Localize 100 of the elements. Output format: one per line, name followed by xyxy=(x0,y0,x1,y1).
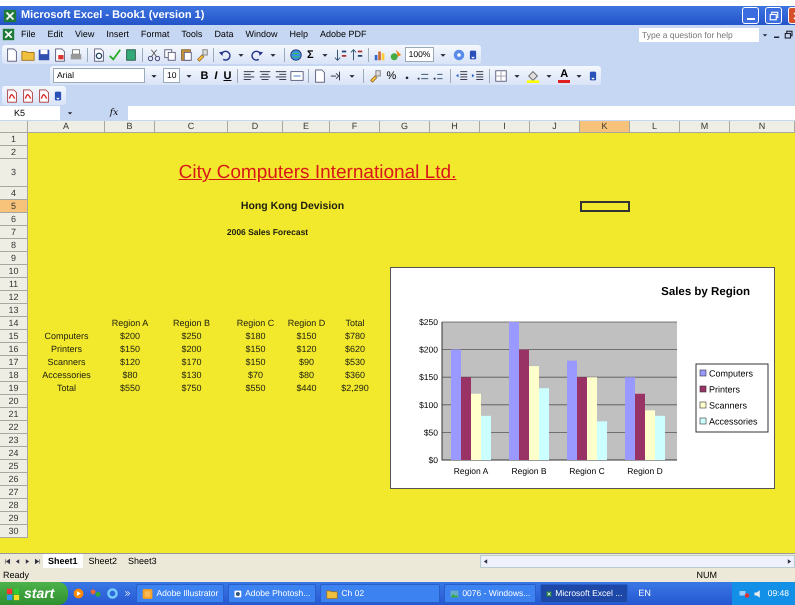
underline-button[interactable]: U xyxy=(221,68,234,82)
row-header[interactable]: 3 xyxy=(0,159,28,187)
row-header[interactable]: 23 xyxy=(0,434,28,447)
row-header[interactable]: 28 xyxy=(0,499,28,512)
column-header[interactable]: J xyxy=(530,121,580,133)
row-header[interactable]: 10 xyxy=(0,265,28,278)
row-header[interactable]: 8 xyxy=(0,239,28,252)
printer-icon[interactable] xyxy=(69,48,83,62)
sheet-tab[interactable]: Sheet3 xyxy=(123,554,162,568)
checkmark-icon[interactable] xyxy=(108,48,122,62)
column-header[interactable]: M xyxy=(680,121,730,133)
help-search-field[interactable]: Type a question for help xyxy=(639,28,759,42)
row-header[interactable]: 25 xyxy=(0,460,28,473)
row-header[interactable]: 14 xyxy=(0,317,28,330)
column-header[interactable]: G xyxy=(380,121,430,133)
row-header[interactable]: 30 xyxy=(0,525,28,538)
sheet-tab[interactable]: Sheet1 xyxy=(43,554,83,568)
menu-item[interactable]: Insert xyxy=(100,28,135,41)
row-header[interactable]: 22 xyxy=(0,421,28,434)
document-icon[interactable] xyxy=(5,48,19,62)
scissors-icon[interactable] xyxy=(147,48,161,62)
align-center-icon[interactable] xyxy=(258,68,272,82)
menu-item[interactable]: Adobe PDF xyxy=(314,28,373,41)
pdf-icon[interactable] xyxy=(21,88,35,102)
paste-icon[interactable] xyxy=(179,48,193,62)
taskbar-button[interactable]: Adobe Illustrator xyxy=(136,584,224,603)
zoom-field[interactable]: 100% xyxy=(404,47,434,62)
column-header[interactable]: E xyxy=(283,121,330,133)
row-header[interactable]: 2 xyxy=(0,146,28,159)
taskbar-button[interactable]: Ch 02 xyxy=(320,584,440,603)
pdf-icon[interactable] xyxy=(5,88,19,102)
chevron-icon[interactable] xyxy=(123,589,132,598)
row-header[interactable]: 26 xyxy=(0,473,28,486)
row-header[interactable]: 19 xyxy=(0,382,28,395)
column-header[interactable]: F xyxy=(330,121,380,133)
drawing-icon[interactable] xyxy=(388,48,403,62)
taskbar-button[interactable]: Microsoft Excel ... xyxy=(540,584,628,603)
decrease-indent-icon[interactable] xyxy=(455,68,470,82)
column-header[interactable]: I xyxy=(480,121,530,133)
fill-color-icon[interactable] xyxy=(526,68,540,82)
font-field[interactable]: Arial xyxy=(53,68,145,83)
column-header[interactable]: N xyxy=(730,121,795,133)
globe-icon[interactable] xyxy=(289,48,303,62)
paintbrush-icon[interactable] xyxy=(368,68,382,82)
row-header[interactable]: 20 xyxy=(0,395,28,408)
font-color-button[interactable]: A xyxy=(558,68,570,82)
row-header[interactable]: 29 xyxy=(0,512,28,525)
media-player-icon[interactable] xyxy=(72,587,86,600)
row-header[interactable]: 24 xyxy=(0,447,28,460)
browser-icon[interactable] xyxy=(106,587,120,600)
taskbar-button[interactable]: Adobe Photosh... xyxy=(228,584,316,603)
font-size-field[interactable]: 10 xyxy=(163,68,180,83)
menu-item[interactable]: Window xyxy=(239,28,284,41)
row-header[interactable]: 21 xyxy=(0,408,28,421)
menu-item[interactable]: View xyxy=(69,28,100,41)
row-header[interactable]: 12 xyxy=(0,291,28,304)
next-sheet-icon[interactable] xyxy=(23,556,32,566)
minimize-button[interactable] xyxy=(742,7,759,24)
borders-icon[interactable] xyxy=(494,68,508,82)
column-header[interactable]: K xyxy=(580,121,630,133)
insert-function-button[interactable]: fx xyxy=(104,108,124,118)
sort-ascending-icon[interactable] xyxy=(334,48,348,62)
menu-item[interactable]: Help xyxy=(283,28,314,41)
scroll-right-icon[interactable] xyxy=(785,556,794,566)
bold-button[interactable]: B xyxy=(198,68,210,82)
menu-item[interactable]: Tools xyxy=(175,28,208,41)
menu-item[interactable]: Edit xyxy=(42,28,70,41)
align-left-icon[interactable] xyxy=(242,68,256,82)
workbook-icon[interactable] xyxy=(2,28,15,41)
restore-button[interactable] xyxy=(765,7,782,24)
last-sheet-icon[interactable] xyxy=(33,556,42,566)
previous-sheet-icon[interactable] xyxy=(13,556,22,566)
sheet-tab[interactable]: Sheet2 xyxy=(84,554,122,568)
restore-workbook-icon[interactable] xyxy=(783,28,795,40)
row-header[interactable]: 13 xyxy=(0,304,28,317)
undo-icon[interactable] xyxy=(218,48,232,62)
column-header[interactable]: H xyxy=(430,121,480,133)
column-header[interactable]: L xyxy=(630,121,680,133)
increase-indent-icon[interactable] xyxy=(471,68,486,82)
italic-button[interactable]: I xyxy=(212,68,220,82)
autosum-button[interactable]: Σ xyxy=(305,48,316,62)
name-box[interactable]: K5 xyxy=(0,106,60,120)
row-header[interactable]: 4 xyxy=(0,187,28,200)
active-cell[interactable] xyxy=(580,201,630,212)
print-preview-icon[interactable] xyxy=(92,48,106,62)
paintbrush-icon[interactable] xyxy=(195,48,209,62)
permission-icon[interactable] xyxy=(53,48,67,62)
percent-button[interactable]: % xyxy=(384,68,398,82)
menu-item[interactable]: File xyxy=(15,28,42,41)
formula-field[interactable] xyxy=(128,106,795,120)
scroll-left-icon[interactable] xyxy=(481,556,490,566)
language-indicator[interactable]: EN xyxy=(632,588,657,599)
column-header[interactable]: B xyxy=(105,121,155,133)
row-header[interactable]: 9 xyxy=(0,252,28,265)
document-icon[interactable] xyxy=(313,68,328,82)
sort-descending-icon[interactable] xyxy=(350,48,364,62)
menu-item[interactable]: Data xyxy=(208,28,240,41)
row-header[interactable]: 5 xyxy=(0,200,28,213)
row-header[interactable]: 7 xyxy=(0,226,28,239)
row-header[interactable]: 6 xyxy=(0,213,28,226)
